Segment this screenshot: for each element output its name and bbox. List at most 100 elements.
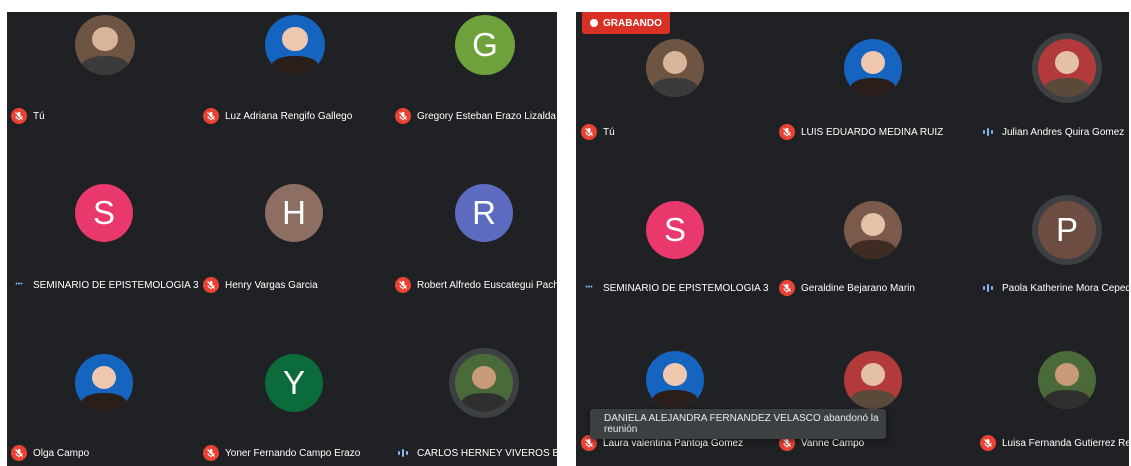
participant-photo — [651, 78, 699, 97]
participant-photo-face — [1054, 50, 1080, 74]
more-dots-icon[interactable]: ••• — [581, 283, 597, 293]
avatar-letter: H — [282, 194, 306, 231]
participant-name-row: Gregory Esteban Erazo Lizalda — [395, 107, 556, 125]
participant-name: Olga Campo — [33, 447, 90, 459]
meeting-grid-left: Tú Luz Adriana Rengifo Gallego G Gregory Es… — [7, 12, 557, 466]
recording-badge: GRABANDO — [582, 12, 670, 34]
participant-name-row: ••• SEMINARIO DE EPISTEMOLOGIA 3 — [11, 276, 199, 294]
participant-avatar[interactable] — [646, 39, 704, 97]
participant-photo — [1043, 78, 1091, 97]
more-dots-icon[interactable]: ••• — [11, 280, 27, 290]
participant-photo-face — [860, 362, 886, 386]
participant-name-row: Olga Campo — [11, 444, 89, 462]
participant-name-row: Paola Katherine Mora Cepeda — [980, 279, 1129, 297]
mic-off-icon — [779, 280, 795, 296]
left-meeting-toast: DANIELA ALEJANDRA FERNANDEZ VELASCO aban… — [590, 409, 886, 439]
participant-avatar[interactable]: P — [1038, 201, 1096, 259]
participant-photo — [1043, 390, 1091, 409]
participant-avatar[interactable]: H — [265, 184, 323, 242]
participant-photo-face — [282, 27, 308, 51]
participant-avatar[interactable] — [844, 39, 902, 97]
mic-off-icon — [980, 435, 996, 451]
participant-avatar[interactable] — [844, 201, 902, 259]
participant-name-row: Tú — [11, 107, 45, 125]
participant-name-row: LUIS EDUARDO MEDINA RUIZ — [779, 123, 943, 141]
participant-avatar[interactable]: G — [455, 15, 515, 75]
participant-avatar[interactable]: R — [455, 184, 513, 242]
avatar-letter: S — [92, 194, 115, 231]
participant-photo — [81, 55, 129, 75]
participant-photo — [849, 240, 897, 259]
audio-level-icon — [395, 449, 411, 457]
audio-level-icon — [980, 128, 996, 136]
participant-photo-face — [471, 365, 497, 389]
participant-name: LUIS EDUARDO MEDINA RUIZ — [801, 126, 944, 138]
mic-off-icon — [779, 124, 795, 140]
audio-level-icon — [980, 284, 996, 292]
participant-name-row: Luisa Fernanda Gutierrez Rengifo — [980, 434, 1129, 452]
participant-photo-face — [92, 27, 118, 51]
toast-message: DANIELA ALEJANDRA FERNANDEZ VELASCO aban… — [604, 413, 879, 435]
participant-name: SEMINARIO DE EPISTEMOLOGIA 3 — [603, 282, 769, 294]
participant-name-row: Tú — [581, 123, 615, 141]
participant-name-row: Yoner Fernando Campo Erazo — [203, 444, 360, 462]
participant-name-row: Julian Andres Quira Gomez — [980, 123, 1124, 141]
mic-off-icon — [11, 108, 27, 124]
participant-name: Julian Andres Quira Gomez — [1002, 126, 1125, 138]
participant-name-row: Robert Alfredo Euscategui Pachon — [395, 276, 557, 294]
participant-avatar[interactable] — [646, 351, 704, 409]
participant-avatar[interactable]: S — [75, 184, 133, 242]
record-dot-icon — [590, 19, 598, 27]
participant-photo-face — [1054, 362, 1080, 386]
participant-name-row: CARLOS HERNEY VIVEROS BECERRA — [395, 444, 557, 462]
participant-avatar[interactable] — [455, 354, 513, 412]
participant-name: Tú — [603, 126, 615, 138]
participant-avatar[interactable]: S — [646, 201, 704, 259]
participant-avatar[interactable] — [265, 15, 325, 75]
participant-name-row: Henry Vargas Garcia — [203, 276, 318, 294]
participant-photo-face — [860, 212, 886, 236]
participant-avatar[interactable] — [1038, 351, 1096, 409]
participant-name: Gregory Esteban Erazo Lizalda — [417, 110, 556, 122]
participant-avatar[interactable] — [75, 15, 135, 75]
avatar-letter: P — [1055, 211, 1078, 248]
participant-name: Laura valentina Pantoja Gomez — [603, 437, 744, 449]
participant-photo-face — [860, 50, 886, 74]
participant-name: Luisa Fernanda Gutierrez Rengifo — [1002, 437, 1129, 449]
participant-name: Henry Vargas Garcia — [225, 279, 318, 291]
mic-off-icon — [203, 108, 219, 124]
avatar-letter: S — [663, 211, 686, 248]
recording-label: GRABANDO — [603, 17, 662, 29]
participant-photo — [271, 55, 319, 75]
mic-off-icon — [11, 445, 27, 461]
participant-photo-face — [91, 365, 117, 389]
participant-name: Tú — [33, 110, 45, 122]
participant-name: Luz Adriana Rengifo Gallego — [225, 110, 353, 122]
participant-name-row: ••• SEMINARIO DE EPISTEMOLOGIA 3 — [581, 279, 769, 297]
participant-avatar[interactable] — [75, 354, 133, 412]
mic-off-icon — [395, 108, 411, 124]
meeting-grid-right: GRABANDO Tú LUIS EDUARDO MEDINA RUIZ Julia… — [576, 12, 1129, 466]
participant-photo-face — [662, 50, 688, 74]
avatar-letter: R — [472, 194, 496, 231]
participant-photo — [849, 390, 897, 409]
mic-off-icon — [581, 124, 597, 140]
avatar-letter: Y — [282, 364, 305, 401]
participant-photo — [651, 390, 699, 409]
mic-off-icon — [203, 277, 219, 293]
mic-off-icon — [203, 445, 219, 461]
participant-name-row: Luz Adriana Rengifo Gallego — [203, 107, 352, 125]
participant-name-row: Geraldine Bejarano Marin — [779, 279, 915, 297]
avatar-letter: G — [472, 26, 498, 63]
participant-name: Yoner Fernando Campo Erazo — [225, 447, 361, 459]
participant-photo — [460, 393, 508, 412]
participant-name: Geraldine Bejarano Marin — [801, 282, 915, 294]
participant-name: Vanne Campo — [801, 437, 865, 449]
participant-avatar[interactable] — [844, 351, 902, 409]
participant-name: CARLOS HERNEY VIVEROS BECERRA — [417, 447, 557, 459]
participant-photo-face — [662, 362, 688, 386]
participant-avatar[interactable] — [1038, 39, 1096, 97]
participant-name: SEMINARIO DE EPISTEMOLOGIA 3 — [33, 279, 199, 291]
participant-avatar[interactable]: Y — [265, 354, 323, 412]
participant-name: Paola Katherine Mora Cepeda — [1002, 282, 1129, 294]
